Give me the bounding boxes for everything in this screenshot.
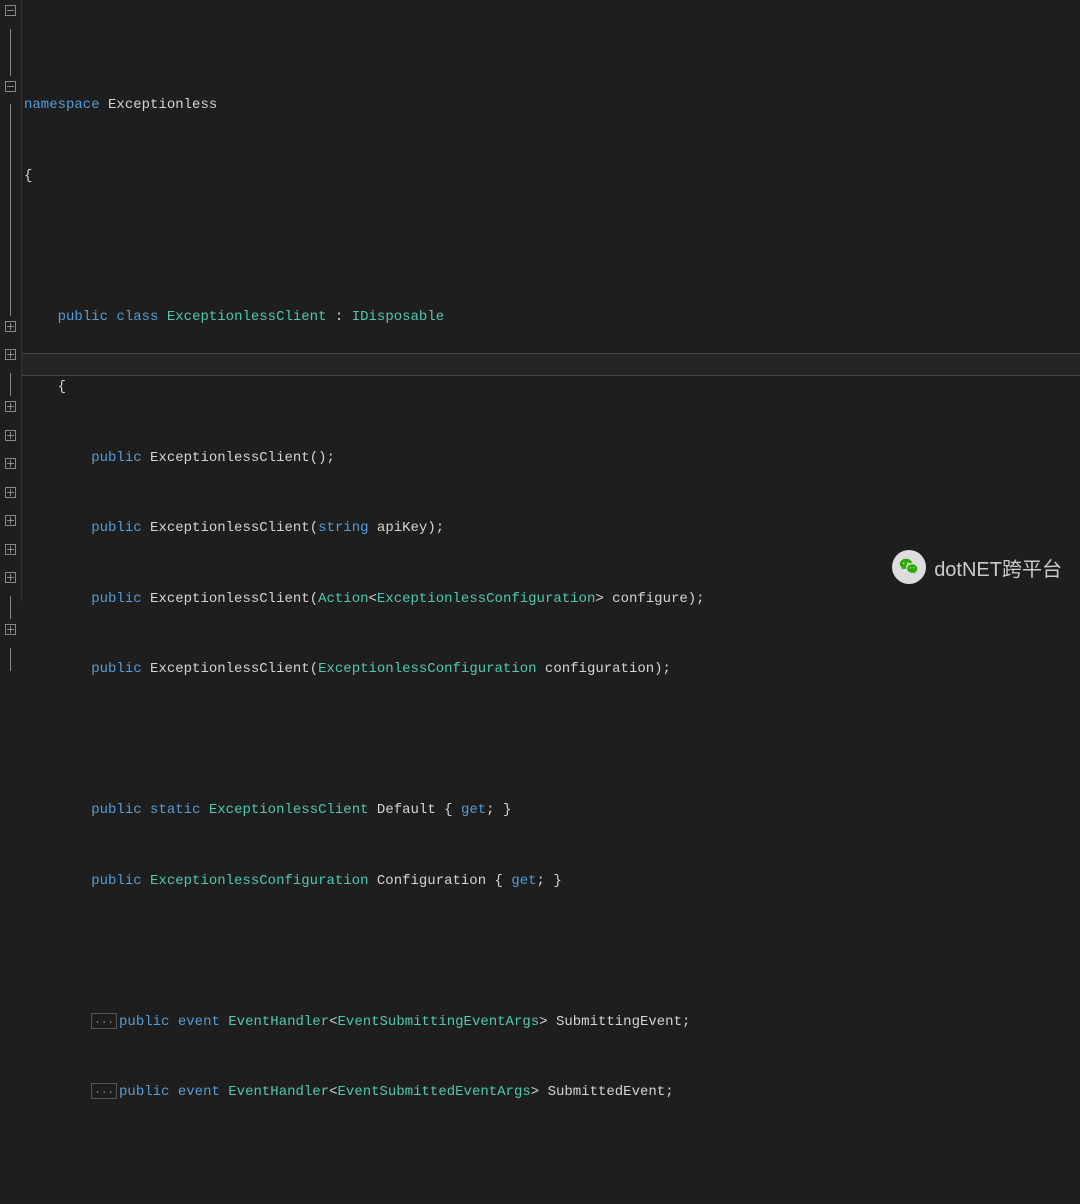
- fold-expand-icon[interactable]: [5, 572, 16, 583]
- code-line: public ExceptionlessClient(Action<Except…: [24, 588, 1080, 612]
- collapsed-region-icon[interactable]: ...: [91, 1013, 117, 1029]
- code-line: public ExceptionlessConfiguration Config…: [24, 870, 1080, 894]
- fold-expand-icon[interactable]: [5, 401, 16, 412]
- fold-expand-icon[interactable]: [5, 321, 16, 332]
- code-line: public ExceptionlessClient(string apiKey…: [24, 517, 1080, 541]
- fold-expand-icon[interactable]: [5, 487, 16, 498]
- code-editor[interactable]: namespace Exceptionless { public class E…: [0, 0, 1080, 602]
- fold-expand-icon[interactable]: [5, 544, 16, 555]
- fold-expand-icon[interactable]: [5, 349, 16, 360]
- code-line: [24, 1152, 1080, 1176]
- code-line: [24, 729, 1080, 753]
- fold-toggle-icon[interactable]: [5, 5, 16, 16]
- watermark: dotNET跨平台: [892, 550, 1062, 584]
- code-line: public ExceptionlessClient();: [24, 447, 1080, 471]
- code-line: {: [24, 165, 1080, 189]
- fold-gutter: [0, 0, 22, 602]
- fold-expand-icon[interactable]: [5, 515, 16, 526]
- wechat-icon: [892, 550, 926, 584]
- code-line: public ExceptionlessClient(Exceptionless…: [24, 658, 1080, 682]
- code-line: namespace Exceptionless: [24, 94, 1080, 118]
- fold-toggle-icon[interactable]: [5, 81, 16, 92]
- code-line: {: [24, 376, 1080, 400]
- code-line: ...public event EventHandler<EventSubmit…: [24, 1011, 1080, 1035]
- code-line: public static ExceptionlessClient Defaul…: [24, 799, 1080, 823]
- code-line: [24, 940, 1080, 964]
- code-area[interactable]: namespace Exceptionless { public class E…: [22, 0, 1080, 602]
- code-line: ...public event EventHandler<EventSubmit…: [24, 1081, 1080, 1105]
- collapsed-region-icon[interactable]: ...: [91, 1083, 117, 1099]
- current-line-highlight: [22, 353, 1080, 377]
- watermark-text: dotNET跨平台: [934, 553, 1062, 582]
- fold-expand-icon[interactable]: [5, 430, 16, 441]
- fold-expand-icon[interactable]: [5, 458, 16, 469]
- code-line: [24, 235, 1080, 259]
- code-line: public class ExceptionlessClient : IDisp…: [24, 306, 1080, 330]
- fold-expand-icon[interactable]: [5, 624, 16, 635]
